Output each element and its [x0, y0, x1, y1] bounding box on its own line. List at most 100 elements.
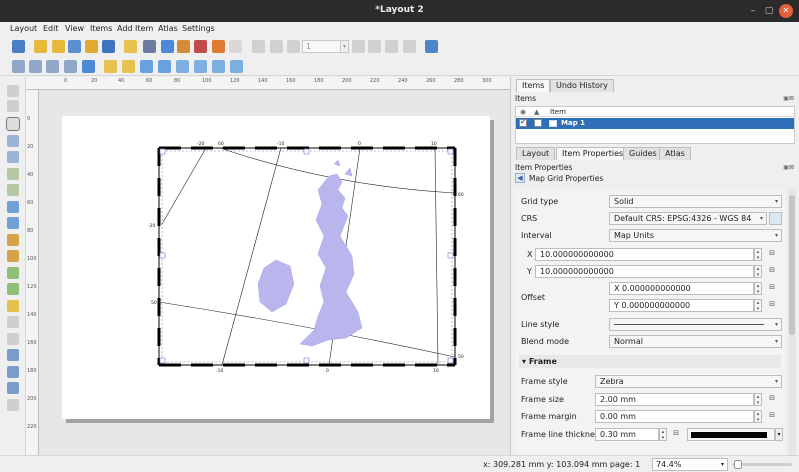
export-pdf-icon[interactable]: [194, 40, 207, 53]
layout-manager-icon[interactable]: [68, 40, 81, 53]
undo-icon[interactable]: [212, 40, 225, 53]
spin-arrows-icon[interactable]: ▴ ▾: [754, 410, 762, 423]
print-icon[interactable]: [143, 40, 156, 53]
frame-color-button[interactable]: [687, 428, 775, 441]
lock-items-icon[interactable]: [104, 60, 117, 73]
zoom-full-icon[interactable]: [64, 60, 77, 73]
blend-mode-select[interactable]: Normal ▾: [609, 335, 782, 348]
align-left-icon[interactable]: [194, 60, 207, 73]
menu-items[interactable]: Items: [90, 24, 112, 33]
refresh-icon[interactable]: [82, 60, 95, 73]
next-feature-icon[interactable]: [352, 40, 365, 53]
raise-icon[interactable]: [176, 60, 189, 73]
menu-edit[interactable]: Edit: [43, 24, 59, 33]
spin-arrows-icon[interactable]: ▴ ▾: [659, 428, 667, 441]
frame-size-input[interactable]: 2.00 mm: [595, 393, 754, 406]
add-map-icon[interactable]: [7, 168, 19, 180]
export-svg-icon[interactable]: [177, 40, 190, 53]
visibility-checkbox[interactable]: ✔: [519, 118, 527, 127]
page-setup-icon[interactable]: [124, 40, 137, 53]
spin-arrows-icon[interactable]: ▴ ▾: [754, 265, 762, 278]
maximize-button[interactable]: ▢: [762, 4, 776, 18]
minimize-button[interactable]: –: [746, 4, 760, 18]
open-template-icon[interactable]: [85, 40, 98, 53]
add-3d-map-icon[interactable]: [7, 184, 19, 196]
group-icon[interactable]: [140, 60, 153, 73]
items-list[interactable]: ◉ ▲ Item ✔ Map 1: [515, 106, 795, 144]
zoom-in-icon[interactable]: [12, 60, 25, 73]
add-scalebar-icon[interactable]: [7, 250, 19, 262]
panel-float-close-icon[interactable]: ▣⊠: [783, 164, 794, 171]
menu-settings[interactable]: Settings: [182, 24, 215, 33]
crs-selector-icon[interactable]: [769, 212, 782, 225]
map-item[interactable]: -20 60 -10 0 10 -10 0 10 -20 50 60 50: [62, 116, 490, 419]
frame-section-header[interactable]: ▾ Frame: [519, 355, 781, 368]
data-defined-icon[interactable]: ⊟: [671, 429, 681, 440]
first-feature-icon[interactable]: [270, 40, 283, 53]
add-label-icon[interactable]: [7, 217, 19, 229]
save-template-icon[interactable]: [102, 40, 115, 53]
spin-arrows-icon[interactable]: ▴ ▾: [754, 282, 762, 295]
properties-scrollbar[interactable]: [788, 189, 796, 455]
menu-atlas[interactable]: Atlas: [158, 24, 178, 33]
data-defined-icon[interactable]: ⊟: [767, 266, 777, 277]
data-defined-icon[interactable]: ⊟: [767, 283, 777, 294]
unlock-items-icon[interactable]: [122, 60, 135, 73]
tab-guides[interactable]: Guides: [623, 147, 663, 160]
close-button[interactable]: ✕: [779, 4, 793, 18]
add-polyline-icon[interactable]: [7, 316, 19, 328]
save-icon[interactable]: [12, 40, 25, 53]
frame-style-select[interactable]: Zebra ▾: [595, 375, 782, 388]
export-atlas-icon[interactable]: [403, 40, 416, 53]
spin-arrows-icon[interactable]: ▴ ▾: [754, 393, 762, 406]
data-defined-icon[interactable]: ⊟: [767, 394, 777, 405]
zoom-slider-handle[interactable]: [734, 460, 742, 469]
tab-items[interactable]: Items: [516, 79, 551, 92]
print-atlas-icon[interactable]: [385, 40, 398, 53]
frame-line-thickness-input[interactable]: 0.30 mm: [595, 428, 659, 441]
add-attribute-table-icon[interactable]: [7, 366, 19, 378]
add-north-arrow-icon[interactable]: [7, 267, 19, 279]
data-defined-icon[interactable]: ⊟: [767, 411, 777, 422]
edit-nodes-icon[interactable]: [7, 151, 19, 163]
grid-type-select[interactable]: Solid ▾: [609, 195, 782, 208]
menu-layout[interactable]: Layout: [10, 24, 37, 33]
data-defined-icon[interactable]: ⊟: [767, 249, 777, 260]
zoom-level-select[interactable]: 74.4% ▾: [652, 458, 728, 471]
zoom-out-icon[interactable]: [29, 60, 42, 73]
duplicate-layout-icon[interactable]: [52, 40, 65, 53]
atlas-preview-icon[interactable]: [252, 40, 265, 53]
offset-y-input[interactable]: Y 0.000000000000: [609, 299, 754, 312]
chevron-down-icon[interactable]: ▾: [775, 428, 783, 441]
resize-icon[interactable]: [230, 60, 243, 73]
distribute-icon[interactable]: [212, 60, 225, 73]
last-feature-icon[interactable]: [368, 40, 381, 53]
chevron-left-icon[interactable]: ◀: [515, 173, 525, 183]
interval-y-input[interactable]: 10.000000000000: [535, 265, 754, 278]
add-picture-icon[interactable]: [7, 201, 19, 213]
layout-canvas[interactable]: 0 20 40 60 80 100 120 140 160 180 200 22…: [26, 77, 510, 455]
tab-item-properties[interactable]: Item Properties: [556, 147, 630, 160]
menu-view[interactable]: View: [65, 24, 84, 33]
menu-add-item[interactable]: Add Item: [117, 24, 153, 33]
add-polygon-icon[interactable]: [7, 333, 19, 345]
spin-arrows-icon[interactable]: ▴ ▾: [754, 299, 762, 312]
add-legend-icon[interactable]: [7, 234, 19, 246]
ungroup-icon[interactable]: [158, 60, 171, 73]
lock-checkbox[interactable]: [534, 119, 542, 127]
previous-feature-icon[interactable]: [287, 40, 300, 53]
redo-icon[interactable]: [229, 40, 242, 53]
add-html-icon[interactable]: [7, 349, 19, 361]
data-defined-icon[interactable]: ⊟: [767, 300, 777, 311]
new-layout-icon[interactable]: [34, 40, 47, 53]
panel-float-close-icon[interactable]: ▣⊠: [783, 95, 794, 102]
tab-layout[interactable]: Layout: [516, 147, 556, 160]
chevron-down-icon[interactable]: ▾: [340, 40, 349, 53]
list-item[interactable]: ✔ Map 1: [516, 118, 794, 129]
interval-x-input[interactable]: 10.000000000000: [535, 248, 754, 261]
pan-hand-icon[interactable]: [7, 85, 19, 97]
zoom-slider[interactable]: [732, 460, 792, 469]
zoom-actual-icon[interactable]: [46, 60, 59, 73]
frame-margin-input[interactable]: 0.00 mm: [595, 410, 754, 423]
add-shape-icon[interactable]: [7, 283, 19, 295]
